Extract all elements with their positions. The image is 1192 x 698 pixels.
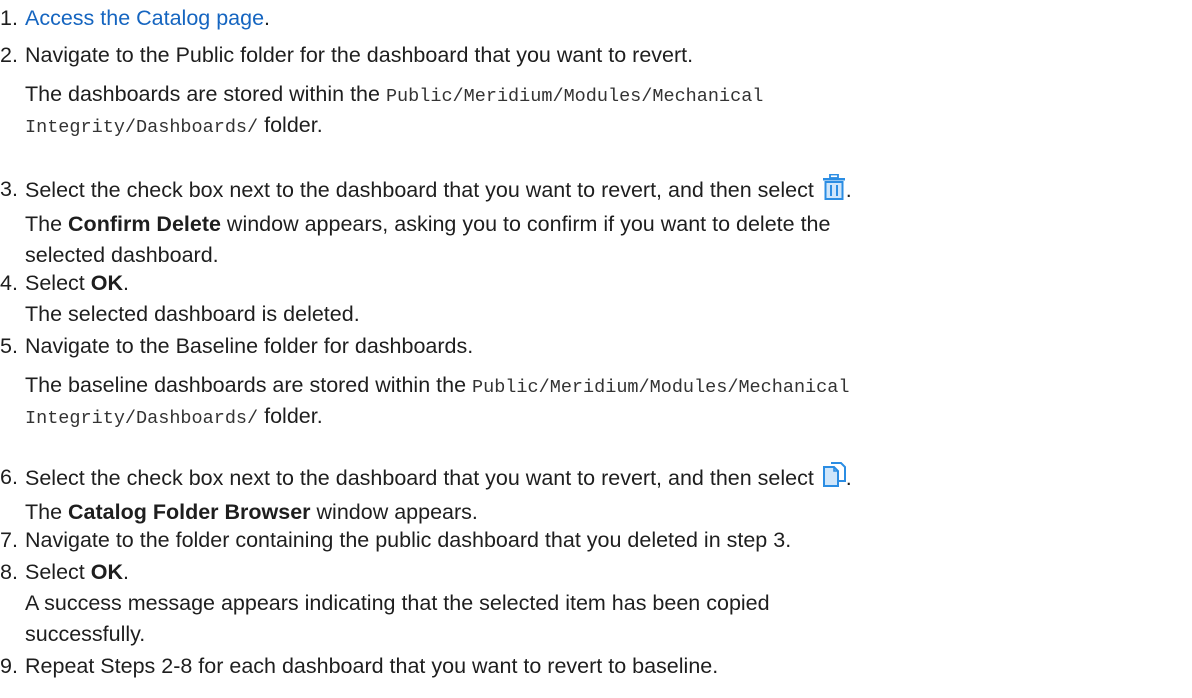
step-result: The Confirm Delete window appears, askin…	[25, 212, 831, 236]
step-text: Repeat Steps 2-8 for each dashboard that…	[25, 654, 719, 678]
folder-path: Public/Meridium/Modules/Mechanical	[472, 377, 850, 398]
window-name: Catalog Folder Browser	[68, 500, 311, 524]
ok-label: OK	[90, 271, 123, 295]
step-number: 2.	[0, 43, 18, 67]
step-number: 8.	[0, 560, 18, 584]
step-number: 9.	[0, 654, 18, 678]
step-result: A success message appears indicating tha…	[25, 591, 770, 615]
step-result: The Catalog Folder Browser window appear…	[25, 500, 478, 524]
storage-note: The dashboards are stored within the Pub…	[25, 82, 764, 107]
copy-icon	[822, 462, 846, 497]
step-number: 3.	[0, 177, 18, 201]
step-text: Navigate to the Baseline folder for dash…	[25, 334, 474, 358]
step-number: 6.	[0, 465, 18, 489]
storage-note: The baseline dashboards are stored withi…	[25, 373, 850, 398]
step-result: The selected dashboard is deleted.	[25, 302, 360, 326]
step-number: 7.	[0, 528, 18, 552]
step-number: 4.	[0, 271, 18, 295]
ok-label: OK	[90, 560, 123, 584]
step-text: Navigate to the folder containing the pu…	[25, 528, 792, 552]
delete-trash-icon	[822, 173, 846, 209]
step-number: 1.	[0, 6, 18, 30]
folder-path: Integrity/Dashboards/	[25, 408, 259, 429]
folder-path: Public/Meridium/Modules/Mechanical	[385, 86, 764, 107]
folder-path: Integrity/Dashboards/	[25, 117, 259, 138]
window-name: Confirm Delete	[68, 212, 221, 236]
step-number: 5.	[0, 334, 18, 358]
catalog-page-link[interactable]: Access the Catalog page	[25, 6, 264, 30]
step-text: Navigate to the Public folder for the da…	[25, 43, 694, 67]
